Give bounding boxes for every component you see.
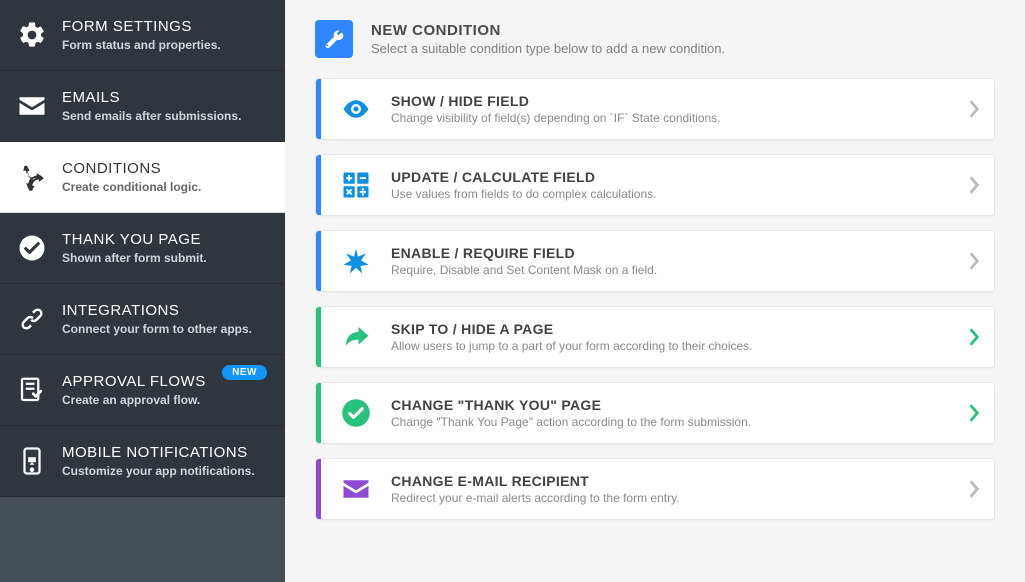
chevron-right-icon bbox=[954, 251, 994, 271]
sidebar-item-desc: Create conditional logic. bbox=[62, 180, 269, 194]
sidebar-item-desc: Create an approval flow. bbox=[62, 393, 269, 407]
envelope-icon bbox=[16, 90, 48, 122]
card-update-calculate-field[interactable]: UPDATE / CALCULATE FIELD Use values from… bbox=[315, 154, 995, 216]
page-subtitle: Select a suitable condition type below t… bbox=[371, 41, 725, 56]
settings-sidebar: FORM SETTINGS Form status and properties… bbox=[0, 0, 285, 582]
card-desc: Use values from fields to do complex cal… bbox=[391, 187, 954, 201]
sidebar-item-label: EMAILS bbox=[62, 89, 269, 107]
calculator-icon bbox=[321, 170, 391, 200]
chevron-right-icon bbox=[954, 479, 994, 499]
condition-type-list: SHOW / HIDE FIELD Change visibility of f… bbox=[315, 78, 995, 520]
card-desc: Change visibility of field(s) depending … bbox=[391, 111, 954, 125]
sidebar-item-emails[interactable]: EMAILS Send emails after submissions. bbox=[0, 71, 285, 142]
chevron-right-icon bbox=[954, 403, 994, 423]
sidebar-item-mobile-notifications[interactable]: MOBILE NOTIFICATIONS Customize your app … bbox=[0, 426, 285, 497]
sidebar-item-desc: Connect your form to other apps. bbox=[62, 322, 269, 336]
sidebar-item-label: THANK YOU PAGE bbox=[62, 231, 269, 249]
card-title: ENABLE / REQUIRE FIELD bbox=[391, 245, 954, 261]
card-change-thank-you-page[interactable]: CHANGE "THANK YOU" PAGE Change "Thank Yo… bbox=[315, 382, 995, 444]
gear-icon bbox=[16, 19, 48, 51]
card-show-hide-field[interactable]: SHOW / HIDE FIELD Change visibility of f… bbox=[315, 78, 995, 140]
chevron-right-icon bbox=[954, 327, 994, 347]
card-title: CHANGE E-MAIL RECIPIENT bbox=[391, 473, 954, 489]
card-desc: Change "Thank You Page" action according… bbox=[391, 415, 954, 429]
card-title: CHANGE "THANK YOU" PAGE bbox=[391, 397, 954, 413]
envelope-fill-icon bbox=[321, 474, 391, 504]
chevron-right-icon bbox=[954, 99, 994, 119]
sidebar-item-form-settings[interactable]: FORM SETTINGS Form status and properties… bbox=[0, 0, 285, 71]
forward-arrow-icon bbox=[321, 322, 391, 352]
page-title: NEW CONDITION bbox=[371, 22, 725, 39]
conditions-header: NEW CONDITION Select a suitable conditio… bbox=[315, 20, 995, 58]
check-circle-icon bbox=[16, 232, 48, 264]
link-icon bbox=[16, 303, 48, 335]
card-desc: Redirect your e-mail alerts according to… bbox=[391, 491, 954, 505]
new-badge: NEW bbox=[222, 365, 267, 380]
card-title: UPDATE / CALCULATE FIELD bbox=[391, 169, 954, 185]
sidebar-item-approval-flows[interactable]: APPROVAL FLOWS Create an approval flow. … bbox=[0, 355, 285, 426]
mobile-notification-icon bbox=[16, 445, 48, 477]
eye-icon bbox=[321, 94, 391, 124]
main-panel: NEW CONDITION Select a suitable conditio… bbox=[285, 0, 1025, 582]
sidebar-item-desc: Customize your app notifications. bbox=[62, 464, 269, 478]
card-desc: Require, Disable and Set Content Mask on… bbox=[391, 263, 954, 277]
sidebar-item-label: INTEGRATIONS bbox=[62, 302, 269, 320]
card-title: SHOW / HIDE FIELD bbox=[391, 93, 954, 109]
sidebar-item-desc: Form status and properties. bbox=[62, 38, 269, 52]
card-enable-require-field[interactable]: ENABLE / REQUIRE FIELD Require, Disable … bbox=[315, 230, 995, 292]
card-desc: Allow users to jump to a part of your fo… bbox=[391, 339, 954, 353]
check-circle-fill-icon bbox=[321, 398, 391, 428]
card-change-email-recipient[interactable]: CHANGE E-MAIL RECIPIENT Redirect your e-… bbox=[315, 458, 995, 520]
branch-icon bbox=[16, 161, 48, 193]
sidebar-item-conditions[interactable]: CONDITIONS Create conditional logic. bbox=[0, 142, 285, 213]
approval-icon bbox=[16, 374, 48, 406]
asterisk-icon bbox=[321, 246, 391, 276]
card-title: SKIP TO / HIDE A PAGE bbox=[391, 321, 954, 337]
wrench-icon bbox=[315, 20, 353, 58]
sidebar-item-label: CONDITIONS bbox=[62, 160, 269, 178]
sidebar-item-label: MOBILE NOTIFICATIONS bbox=[62, 444, 269, 462]
chevron-right-icon bbox=[954, 175, 994, 195]
sidebar-item-desc: Send emails after submissions. bbox=[62, 109, 269, 123]
card-skip-hide-page[interactable]: SKIP TO / HIDE A PAGE Allow users to jum… bbox=[315, 306, 995, 368]
sidebar-item-thank-you-page[interactable]: THANK YOU PAGE Shown after form submit. bbox=[0, 213, 285, 284]
sidebar-item-integrations[interactable]: INTEGRATIONS Connect your form to other … bbox=[0, 284, 285, 355]
sidebar-item-label: FORM SETTINGS bbox=[62, 18, 269, 36]
sidebar-item-desc: Shown after form submit. bbox=[62, 251, 269, 265]
